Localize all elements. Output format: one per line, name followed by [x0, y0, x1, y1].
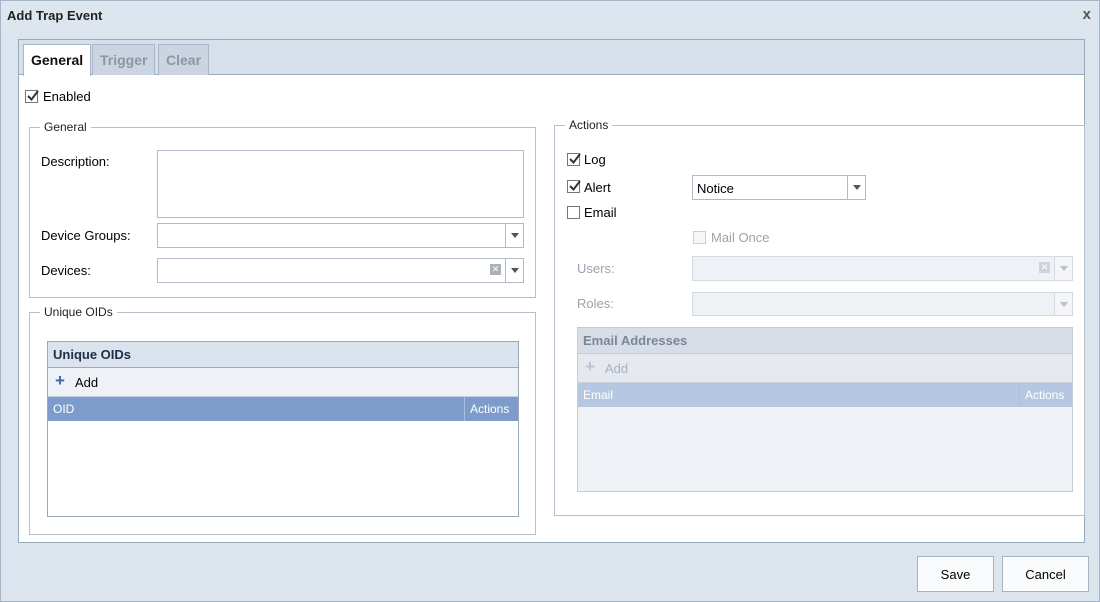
- mail-once-checkbox[interactable]: [693, 231, 706, 244]
- tab-clear[interactable]: Clear: [158, 44, 210, 75]
- tab-trigger[interactable]: Trigger: [92, 44, 156, 75]
- close-icon[interactable]: x: [1083, 6, 1091, 23]
- enabled-label: Enabled: [43, 89, 91, 104]
- unique-oids-toolbar: + Add: [48, 368, 518, 397]
- column-header-actions[interactable]: Actions: [464, 397, 518, 421]
- device-groups-combo[interactable]: [157, 223, 524, 248]
- chevron-down-icon[interactable]: [505, 259, 523, 282]
- general-legend: General: [44, 120, 87, 134]
- dialog-title: Add Trap Event: [7, 8, 103, 23]
- add-oid-label: Add: [75, 375, 99, 390]
- email-addresses-header: Email Actions: [578, 383, 1072, 407]
- unique-oids-header: OID Actions: [48, 397, 518, 421]
- checkmark-icon: [27, 90, 39, 102]
- title-bar: Add Trap Event x: [1, 1, 1099, 30]
- chevron-down-icon[interactable]: [847, 176, 865, 199]
- devices-combo[interactable]: ✕: [157, 258, 524, 283]
- column-header-oid[interactable]: OID: [48, 397, 464, 421]
- tab-strip: General Trigger Clear: [19, 40, 1084, 76]
- dialog-footer: Save Cancel: [1, 545, 1099, 601]
- checkmark-icon: [569, 153, 581, 165]
- log-checkbox[interactable]: [567, 153, 581, 166]
- device-groups-label: Device Groups:: [41, 228, 131, 243]
- email-label: Email: [584, 205, 617, 220]
- column-header-email[interactable]: Email: [578, 383, 1019, 407]
- chevron-down-icon[interactable]: [1054, 293, 1072, 315]
- mail-once-label: Mail Once: [711, 230, 770, 245]
- chevron-down-icon[interactable]: [505, 224, 523, 247]
- save-button[interactable]: Save: [917, 556, 994, 592]
- tab-panel: General Trigger Clear Enabled General De…: [18, 39, 1085, 543]
- log-label: Log: [584, 152, 606, 167]
- users-combo[interactable]: ✕: [692, 256, 1073, 281]
- devices-label: Devices:: [41, 263, 91, 278]
- plus-icon: +: [55, 371, 65, 390]
- tab-general[interactable]: General: [23, 44, 92, 76]
- email-checkbox[interactable]: [567, 206, 580, 219]
- email-addresses-grid: Email Addresses + Add Email Actions: [577, 327, 1073, 492]
- actions-legend: Actions: [569, 118, 609, 132]
- enabled-checkbox[interactable]: [25, 90, 39, 103]
- alert-label: Alert: [584, 180, 611, 195]
- roles-combo[interactable]: [692, 292, 1073, 316]
- add-email-label: Add: [605, 361, 629, 376]
- clear-icon[interactable]: ✕: [1039, 262, 1050, 273]
- unique-oids-grid: Unique OIDs + Add OID Actions: [47, 341, 519, 517]
- unique-oids-legend: Unique OIDs: [44, 305, 113, 319]
- email-addresses-grid-title: Email Addresses: [578, 328, 1072, 354]
- clear-icon[interactable]: ✕: [490, 264, 501, 275]
- description-label: Description:: [41, 154, 110, 169]
- plus-icon: +: [585, 357, 595, 376]
- unique-oids-grid-title: Unique OIDs: [48, 342, 518, 368]
- general-tab-content: Enabled General Description: Device Grou…: [19, 76, 1085, 542]
- chevron-down-icon[interactable]: [1054, 257, 1072, 280]
- add-trap-event-dialog: Add Trap Event x General Trigger Clear E…: [0, 0, 1100, 602]
- checkmark-icon: [569, 180, 581, 192]
- alert-checkbox[interactable]: [567, 180, 581, 193]
- description-textarea[interactable]: [157, 150, 524, 218]
- roles-label: Roles:: [577, 296, 614, 311]
- alert-level-select[interactable]: Notice: [692, 175, 866, 200]
- cancel-button[interactable]: Cancel: [1002, 556, 1089, 592]
- email-addresses-toolbar: + Add: [578, 354, 1072, 383]
- column-header-actions[interactable]: Actions: [1019, 383, 1072, 407]
- users-label: Users:: [577, 261, 615, 276]
- alert-level-value: Notice: [697, 181, 734, 196]
